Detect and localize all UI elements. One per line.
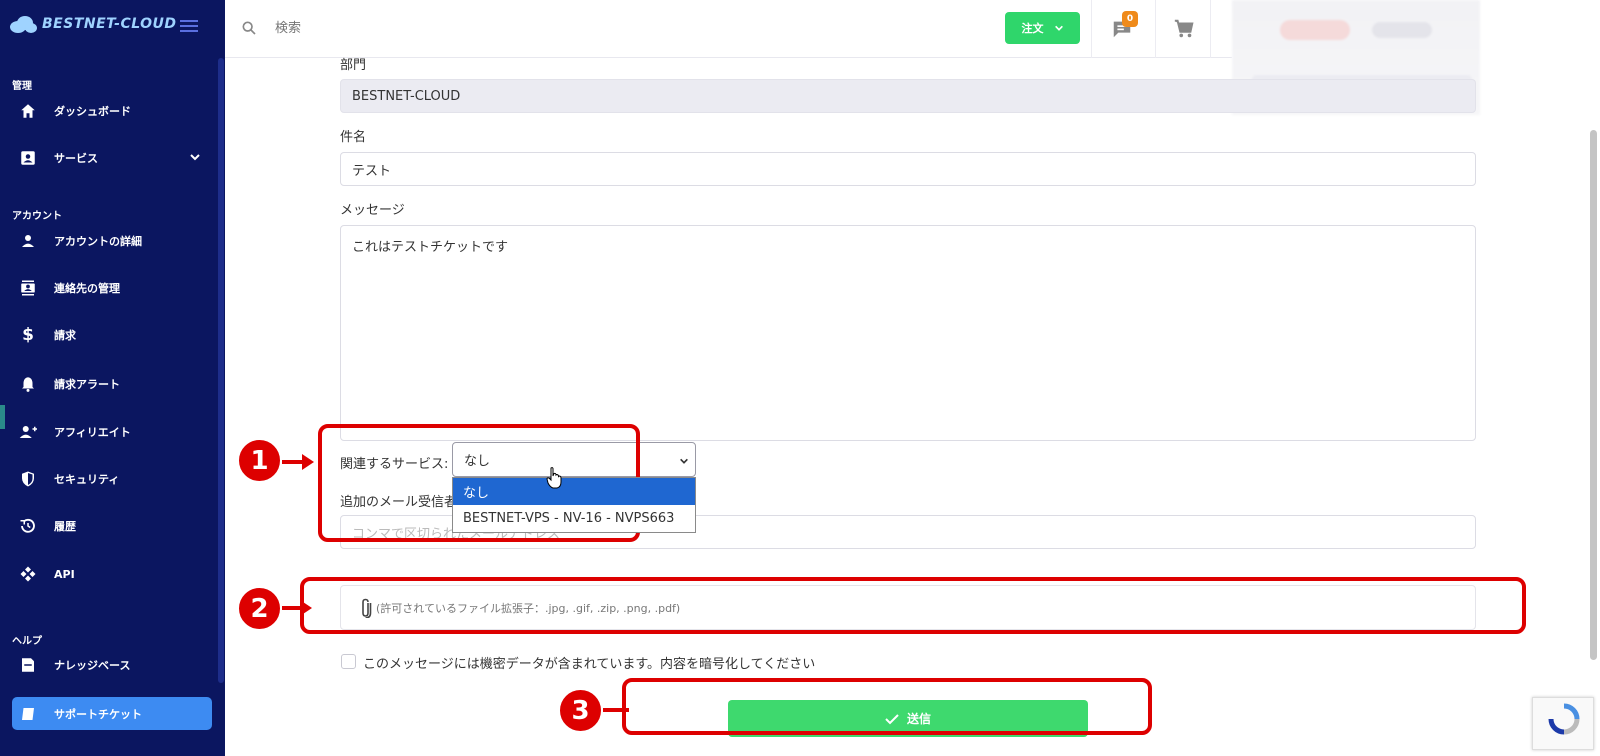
contacts-icon <box>18 278 38 298</box>
sidebar-item-label: セキュリティ <box>54 473 120 486</box>
sidebar-item-label: アフィリエイト <box>54 426 131 439</box>
department-label: 部門 <box>340 58 367 73</box>
sidebar-item-label: 請求 <box>54 329 76 342</box>
annotation-number: 2 <box>237 586 282 631</box>
annotation-arrow-line <box>603 708 629 712</box>
section-label-help: ヘルプ <box>12 636 42 647</box>
book-icon <box>18 655 38 675</box>
person-add-icon <box>18 422 38 442</box>
sidebar-item-label: ナレッジベース <box>54 659 131 672</box>
divider <box>1091 0 1092 58</box>
person-icon <box>18 231 38 251</box>
divider <box>1210 0 1211 58</box>
divider <box>1155 0 1156 58</box>
sidebar-item-label: 請求アラート <box>54 378 120 391</box>
menu-toggle-icon[interactable] <box>180 20 198 34</box>
cloud-icon <box>10 16 37 33</box>
sidebar-item-history[interactable]: 履歴 <box>0 509 215 543</box>
brand-name: BESTNET-CLOUD <box>42 16 177 32</box>
chevron-down-icon[interactable] <box>189 151 201 163</box>
sidebar-item-label: 履歴 <box>54 520 76 533</box>
sidebar-item-label: ダッシュボード <box>54 105 131 118</box>
annotation-box-3 <box>622 678 1152 735</box>
order-button[interactable]: 注文 <box>1005 12 1080 44</box>
annotation-arrow-head <box>302 454 314 470</box>
annotation-number: 3 <box>558 688 603 733</box>
recaptcha-icon <box>1548 703 1580 735</box>
sidebar-item-account-details[interactable]: アカウントの詳細 <box>0 224 215 258</box>
section-label-manage: 管理 <box>12 81 32 92</box>
cart-icon[interactable] <box>1173 18 1195 40</box>
section-label-account: アカウント <box>12 211 62 222</box>
sidebar: BESTNET-CLOUD 管理 ダッシュボード サービス アカウント アカウン… <box>0 0 225 756</box>
message-textarea[interactable]: これはテストチケットです <box>340 225 1476 441</box>
dropdown-option[interactable]: BESTNET-VPS - NV-16 - NVPS663 <box>453 505 695 532</box>
sidebar-edge-handle[interactable] <box>0 405 5 429</box>
sidebar-item-security[interactable]: セキュリティ <box>0 462 215 496</box>
api-icon <box>18 564 38 584</box>
chevron-down-icon <box>680 458 688 464</box>
chevron-down-icon <box>1054 25 1063 31</box>
sidebar-item-label: サポートチケット <box>54 707 142 721</box>
ticket-icon <box>18 704 38 724</box>
topbar: 注文 0 <box>225 0 1232 58</box>
sidebar-item-billing[interactable]: $ 請求 <box>0 318 215 352</box>
sidebar-item-label: 連絡先の管理 <box>54 282 120 295</box>
recaptcha-badge[interactable] <box>1532 697 1594 750</box>
service-icon <box>18 148 38 168</box>
sidebar-item-api[interactable]: API <box>0 557 215 591</box>
search-icon <box>242 21 256 35</box>
annotation-arrow-head <box>300 600 312 616</box>
sensitive-data-checkbox[interactable] <box>341 654 356 669</box>
history-icon <box>18 516 38 536</box>
annotation-arrow-line <box>282 460 304 464</box>
home-icon <box>18 101 38 121</box>
brand-logo[interactable]: BESTNET-CLOUD <box>8 14 177 34</box>
notification-badge: 0 <box>1122 11 1138 27</box>
sidebar-item-contacts[interactable]: 連絡先の管理 <box>0 271 215 305</box>
sidebar-item-knowledgebase[interactable]: ナレッジベース <box>0 648 215 682</box>
annotation-number: 1 <box>237 438 282 483</box>
hand-cursor-icon <box>546 467 562 489</box>
order-label: 注文 <box>1021 22 1044 35</box>
message-label: メッセージ <box>340 203 405 218</box>
sidebar-item-label: アカウントの詳細 <box>54 235 142 248</box>
dropdown-option[interactable]: なし <box>453 478 695 505</box>
page-scrollbar[interactable] <box>1590 130 1597 660</box>
bell-icon <box>18 374 38 394</box>
sidebar-item-dashboard[interactable]: ダッシュボード <box>0 94 215 128</box>
annotation-box-2 <box>300 577 1526 634</box>
sidebar-item-billing-alerts[interactable]: 請求アラート <box>0 367 215 401</box>
shield-icon <box>18 469 38 489</box>
sidebar-item-support-tickets[interactable]: サポートチケット <box>12 697 212 730</box>
subject-field[interactable]: テスト <box>340 152 1476 186</box>
related-service-dropdown: なし BESTNET-VPS - NV-16 - NVPS663 <box>452 477 696 533</box>
subject-label: 件名 <box>340 130 367 145</box>
sidebar-scrollbar[interactable] <box>218 58 224 683</box>
sidebar-item-affiliate[interactable]: アフィリエイト <box>0 415 215 449</box>
search-input[interactable] <box>273 17 573 39</box>
sidebar-item-label: API <box>54 567 75 581</box>
sensitive-data-label: このメッセージには機密データが含まれています。内容を暗号化してください <box>363 657 816 672</box>
department-field: BESTNET-CLOUD <box>340 79 1476 113</box>
dollar-icon: $ <box>22 325 34 345</box>
sidebar-item-services[interactable]: サービス <box>0 141 215 175</box>
sidebar-item-label: サービス <box>54 152 98 165</box>
